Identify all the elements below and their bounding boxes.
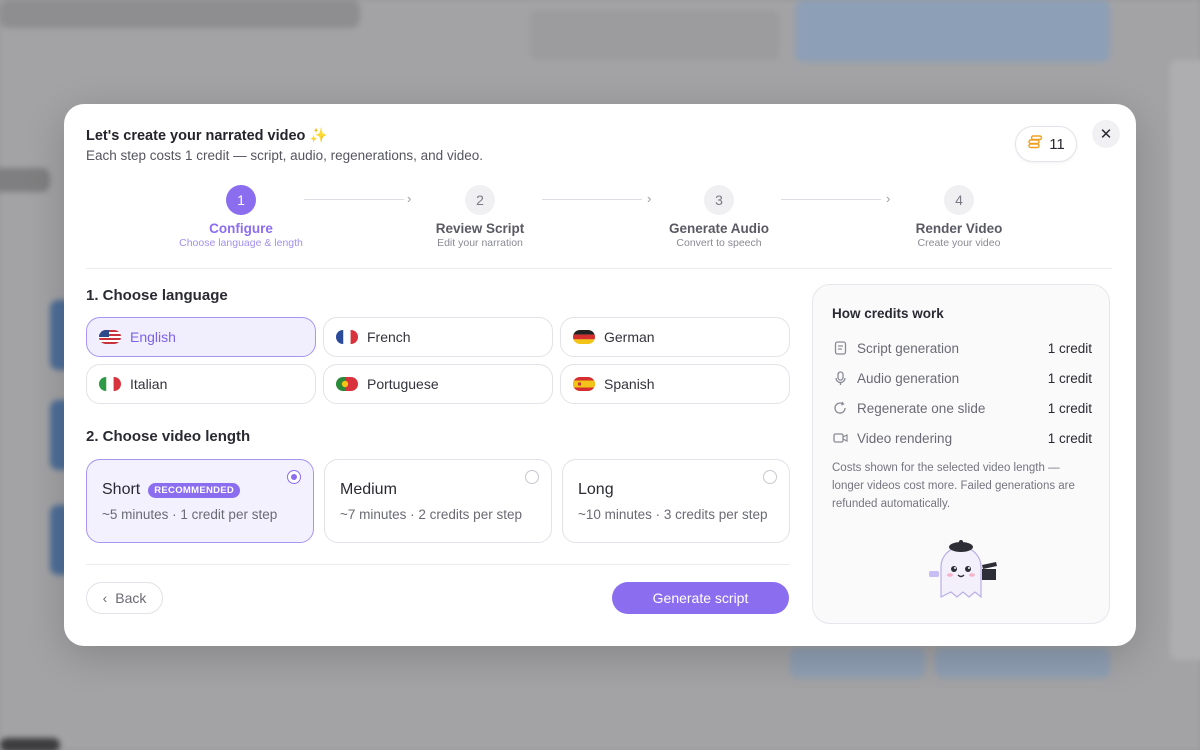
radio-icon[interactable] [763, 470, 777, 484]
step-number: 1 [226, 185, 256, 215]
generate-script-button[interactable]: Generate script [612, 582, 789, 614]
background-button [790, 648, 925, 678]
length-section-title: 2. Choose video length [86, 428, 251, 445]
length-option-long[interactable]: Long ~10 minutes · 3 credits per step [562, 459, 790, 543]
step-name: Configure [209, 221, 273, 236]
fr-flag-icon [336, 330, 358, 344]
language-label: French [367, 329, 411, 345]
coins-icon [1027, 134, 1043, 155]
credit-row-script: Script generation 1 credit [832, 338, 1092, 358]
language-label: Italian [130, 376, 168, 392]
radio-icon[interactable] [525, 470, 539, 484]
language-option-spanish[interactable]: Spanish [560, 364, 790, 404]
pt-flag-icon [336, 377, 358, 391]
panel-title: How credits work [832, 306, 944, 321]
step-generate-audio[interactable]: 3 Generate Audio Convert to speech [639, 185, 799, 249]
length-description: ~7 minutes · 2 credits per step [340, 507, 522, 522]
step-name: Review Script [435, 221, 525, 236]
credit-row-video: Video rendering 1 credit [832, 428, 1092, 448]
step-number: 2 [465, 185, 495, 215]
credit-row-label: Script generation [857, 340, 960, 356]
language-label: Spanish [604, 376, 655, 392]
language-option-german[interactable]: German [560, 317, 790, 357]
step-name: Render Video [915, 221, 1003, 236]
credit-row-label: Audio generation [857, 370, 960, 386]
modal-subtitle: Each step costs 1 credit — script, audio… [86, 148, 483, 163]
us-flag-icon [99, 330, 121, 344]
length-description: ~10 minutes · 3 credits per step [578, 507, 768, 522]
length-label: Medium [340, 481, 397, 498]
language-section-title: 1. Choose language [86, 287, 228, 304]
background-footer [0, 738, 60, 750]
length-label: Long [578, 481, 614, 498]
step-number: 3 [704, 185, 734, 215]
language-option-italian[interactable]: Italian [86, 364, 316, 404]
it-flag-icon [99, 377, 121, 391]
language-label: German [604, 329, 655, 345]
length-label: Short [102, 481, 141, 498]
divider [86, 268, 1112, 269]
credit-row-label: Regenerate one slide [857, 400, 986, 416]
credit-row-regenerate: Regenerate one slide 1 credit [832, 398, 1092, 418]
modal-title: Let's create your narrated video ✨ [86, 128, 328, 144]
credit-row-label: Video rendering [857, 430, 953, 446]
chevron-left-icon: ‹ [102, 590, 108, 606]
credits-info-panel: How credits work Script generation 1 cre… [812, 284, 1110, 624]
language-label: English [130, 329, 176, 345]
length-description: ~5 minutes · 1 credit per step [102, 507, 278, 522]
credits-note: Costs shown for the selected video lengt… [832, 462, 1075, 510]
video-camera-icon [832, 430, 848, 446]
credits-balance[interactable]: 11 [1015, 126, 1077, 162]
step-name: Generate Audio [668, 221, 770, 236]
ghost-mascot-icon [921, 533, 1001, 603]
credit-row-cost: 1 credit [1047, 370, 1092, 386]
language-option-french[interactable]: French [323, 317, 553, 357]
es-flag-icon [573, 377, 595, 391]
language-label: Portuguese [367, 376, 439, 392]
recommended-badge: RECOMMENDED [148, 482, 241, 498]
language-option-portuguese[interactable]: Portuguese [323, 364, 553, 404]
step-connector [542, 199, 642, 200]
step-description: Choose language & length [179, 237, 303, 249]
credits-count: 11 [1049, 135, 1065, 153]
step-description: Create your video [917, 237, 1001, 249]
length-option-medium[interactable]: Medium ~7 minutes · 2 credits per step [324, 459, 552, 543]
background-button [935, 648, 1110, 678]
length-option-short[interactable]: Short RECOMMENDED ~5 minutes · 1 credit … [86, 459, 314, 543]
close-icon: ✕ [1099, 126, 1113, 143]
credit-row-audio: Audio generation 1 credit [832, 368, 1092, 388]
credit-row-cost: 1 credit [1047, 400, 1092, 416]
credit-row-cost: 1 credit [1047, 430, 1092, 446]
document-icon [832, 340, 848, 356]
language-option-english[interactable]: English [86, 317, 316, 357]
step-configure[interactable]: 1 Configure Choose language & length [161, 185, 321, 249]
back-button[interactable]: ‹ Back [86, 582, 163, 614]
radio-selected-icon[interactable] [287, 470, 301, 484]
step-number: 4 [944, 185, 974, 215]
refresh-icon [832, 400, 848, 416]
step-connector [304, 199, 404, 200]
background-button [795, 0, 1110, 62]
background-toolbar [530, 10, 780, 60]
step-render-video[interactable]: 4 Render Video Create your video [879, 185, 1039, 249]
step-review-script[interactable]: 2 Review Script Edit your narration [400, 185, 560, 249]
background-title [0, 0, 360, 28]
create-video-modal: Let's create your narrated video ✨ Each … [64, 104, 1136, 646]
divider [86, 564, 790, 565]
step-description: Edit your narration [437, 237, 523, 249]
de-flag-icon [573, 330, 595, 344]
close-button[interactable]: ✕ [1092, 120, 1120, 148]
step-description: Convert to speech [676, 237, 762, 249]
step-connector [781, 199, 881, 200]
background-sidebar [1170, 60, 1200, 660]
microphone-icon [832, 370, 848, 386]
background-heading [0, 168, 50, 192]
credit-row-cost: 1 credit [1047, 340, 1092, 356]
back-label: Back [115, 590, 147, 606]
